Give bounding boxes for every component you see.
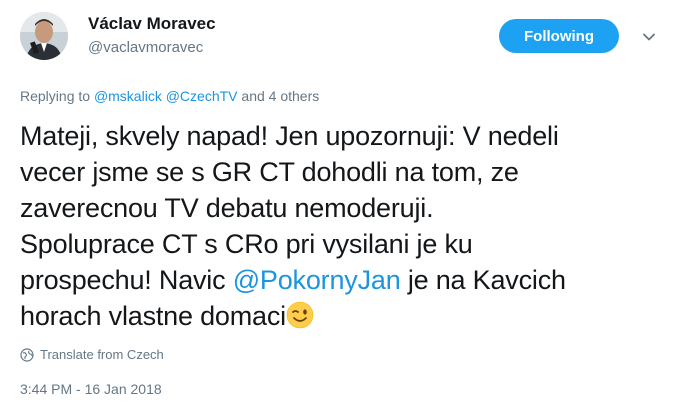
- tweet-text-line: Mateji, skvely napad! Jen upozornuji: V …: [20, 121, 559, 151]
- tweet-text-segment: je na Kavcich: [407, 265, 566, 295]
- tweet-text: Mateji, skvely napad! Jen upozornuji: V …: [20, 118, 690, 334]
- replying-suffix[interactable]: and 4 others: [241, 88, 319, 104]
- author-name[interactable]: Václav Moravec: [88, 14, 216, 34]
- tweet-text-line: horach vlastne domaci: [20, 298, 690, 334]
- winking-face-emoji-icon: [286, 301, 314, 329]
- tweet-text-line: Spoluprace CT s CRo pri vysilani je ku: [20, 229, 473, 259]
- tweet-text-segment: prospechu! Navic: [20, 265, 226, 295]
- tweet-text-line: zaverecnou TV debatu nemoderuji.: [20, 193, 434, 223]
- translate-link[interactable]: Translate from Czech: [20, 347, 164, 362]
- chevron-down-icon[interactable]: [641, 29, 657, 45]
- mention-pokornyjan[interactable]: @PokornyJan: [233, 265, 401, 295]
- replying-prefix: Replying to: [20, 88, 91, 104]
- globe-icon: [20, 347, 34, 362]
- reply-mention-czechtv[interactable]: @CzechTV: [166, 88, 238, 104]
- author-handle[interactable]: @vaclavmoravec: [88, 39, 203, 56]
- avatar[interactable]: [20, 12, 68, 60]
- tweet-timestamp[interactable]: 3:44 PM - 16 Jan 2018: [20, 381, 162, 397]
- replying-to: Replying to @mskalick @CzechTV and 4 oth…: [20, 88, 319, 104]
- avatar-image: [20, 12, 68, 60]
- following-button[interactable]: Following: [499, 19, 619, 53]
- tweet-text-segment: horach vlastne domaci: [20, 301, 286, 331]
- tweet-text-line: prospechu! Navic @PokornyJan je na Kavci…: [20, 262, 690, 298]
- tweet-text-line: vecer jsme se s GR CT dohodli na tom, ze: [20, 157, 519, 187]
- translate-label: Translate from Czech: [40, 347, 164, 362]
- reply-mention-mskalick[interactable]: @mskalick: [94, 88, 162, 104]
